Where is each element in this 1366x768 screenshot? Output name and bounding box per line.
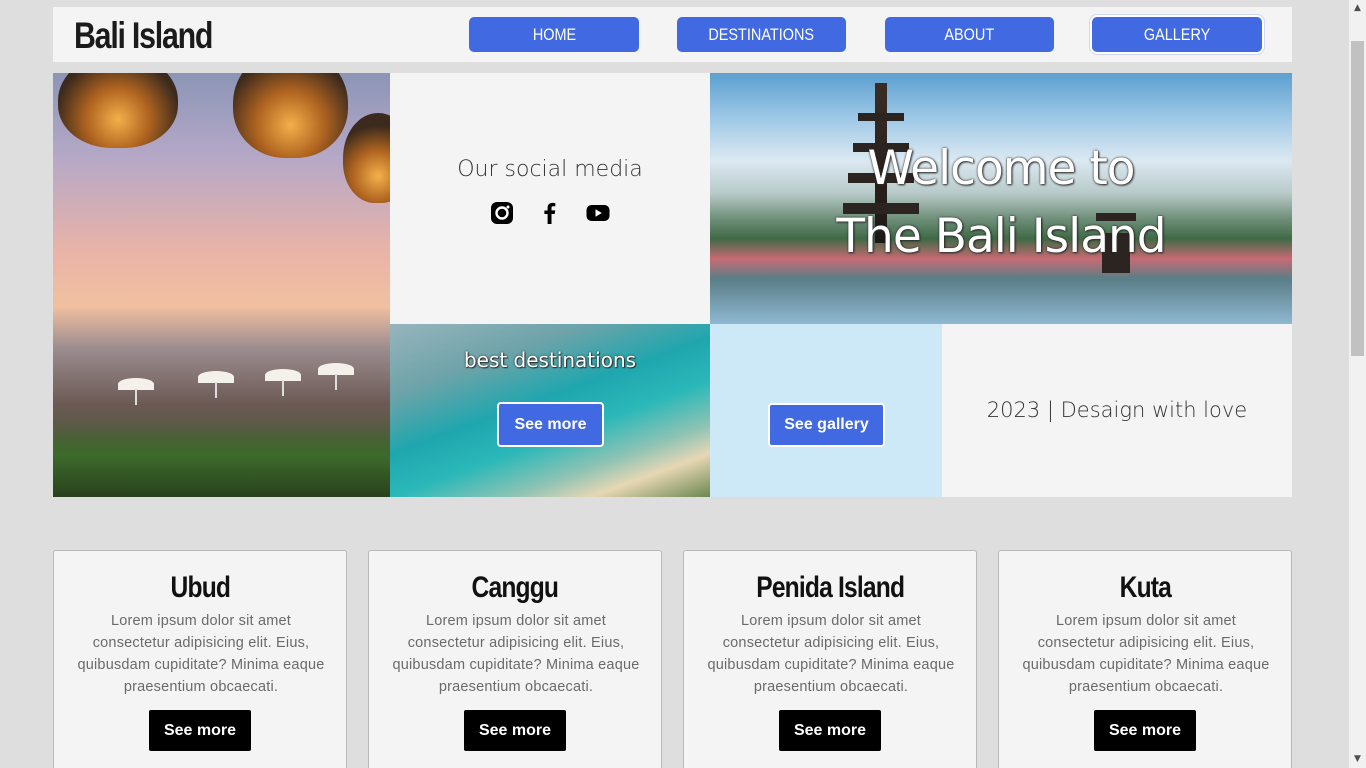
social-icons-row xyxy=(390,200,710,226)
welcome-line-1: Welcome to xyxy=(867,141,1135,196)
destination-card-ubud: Ubud Lorem ipsum dolor sit amet consecte… xyxy=(53,550,347,768)
beach-umbrella xyxy=(198,371,234,398)
nav-about-button[interactable]: ABOUT xyxy=(885,17,1054,52)
card-see-more-button[interactable]: See more xyxy=(779,710,881,751)
card-description: Lorem ipsum dolor sit amet consectetur a… xyxy=(707,613,955,695)
destinations-see-more-button[interactable]: See more xyxy=(497,402,604,447)
rattan-lamp xyxy=(233,73,348,158)
welcome-line-2: The Bali Island xyxy=(836,209,1166,264)
best-destinations-title: best destinations xyxy=(463,348,637,372)
card-title: Ubud xyxy=(170,571,230,604)
scroll-down-arrow-icon[interactable]: ▼ xyxy=(1349,751,1366,768)
card-see-more-button[interactable]: See more xyxy=(1094,710,1196,751)
rattan-lamp xyxy=(343,113,390,203)
credits-text: 2023 | Desaign with love xyxy=(986,398,1248,422)
site-brand[interactable]: Bali Island xyxy=(74,16,213,56)
social-media-title: Our social media xyxy=(457,157,643,182)
beach-umbrella xyxy=(318,363,354,390)
scrollbar-thumb[interactable] xyxy=(1351,41,1364,356)
instagram-icon[interactable] xyxy=(489,200,515,226)
card-see-more-button[interactable]: See more xyxy=(464,710,566,751)
beach-sunset-image xyxy=(53,73,390,497)
site-header: Bali Island HOME DESTINATIONS ABOUT GALL… xyxy=(53,7,1292,62)
facebook-icon[interactable] xyxy=(537,200,563,226)
beach-umbrella xyxy=(265,369,301,396)
destination-card-kuta: Kuta Lorem ipsum dolor sit amet consecte… xyxy=(998,550,1292,768)
welcome-heading: Welcome to The Bali Island xyxy=(710,135,1292,271)
card-title: Kuta xyxy=(1119,571,1171,604)
social-media-panel: Our social media xyxy=(390,73,710,324)
card-title: Penida Island xyxy=(756,571,905,604)
card-title: Canggu xyxy=(471,571,559,604)
gallery-panel: See gallery xyxy=(710,324,942,497)
destination-card-canggu: Canggu Lorem ipsum dolor sit amet consec… xyxy=(368,550,662,768)
best-destinations-panel: best destinations See more xyxy=(390,324,710,497)
youtube-icon[interactable] xyxy=(585,200,611,226)
card-description: Lorem ipsum dolor sit amet consectetur a… xyxy=(1022,613,1270,695)
see-gallery-button[interactable]: See gallery xyxy=(768,403,885,447)
page-scrollbar[interactable]: ▲ ▼ xyxy=(1349,0,1366,768)
welcome-temple-image: Welcome to The Bali Island xyxy=(710,73,1292,324)
rattan-lamp xyxy=(58,73,178,148)
credits-panel: 2023 | Desaign with love xyxy=(942,324,1292,497)
foreground-foliage xyxy=(53,427,390,497)
nav-home-button[interactable]: HOME xyxy=(469,17,639,52)
hero-grid: Our social media Welcome to The Bali Isl… xyxy=(53,73,1292,497)
beach-umbrella xyxy=(118,378,154,405)
card-see-more-button[interactable]: See more xyxy=(149,710,251,751)
nav-gallery-button[interactable]: GALLERY xyxy=(1092,17,1262,52)
temple-roof xyxy=(858,113,904,121)
card-description: Lorem ipsum dolor sit amet consectetur a… xyxy=(392,613,640,695)
destination-card-penida: Penida Island Lorem ipsum dolor sit amet… xyxy=(683,550,977,768)
scroll-up-arrow-icon[interactable]: ▲ xyxy=(1349,0,1366,17)
nav-destinations-button[interactable]: DESTINATIONS xyxy=(677,17,846,52)
card-description: Lorem ipsum dolor sit amet consectetur a… xyxy=(77,613,325,695)
